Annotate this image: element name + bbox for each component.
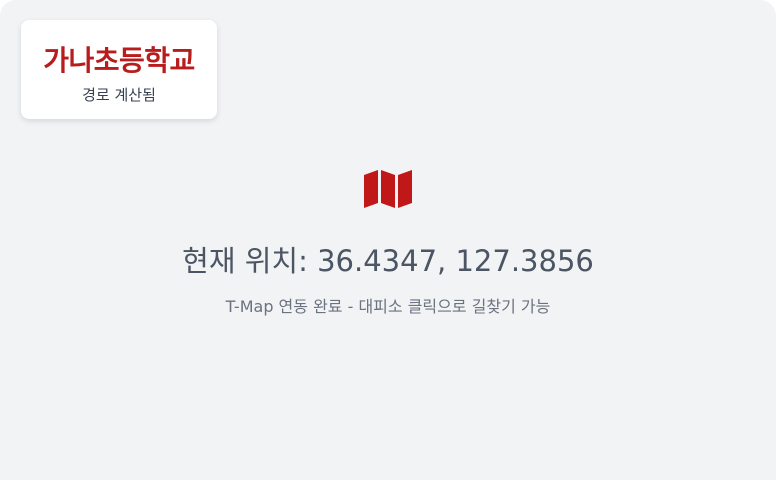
tmap-status: T-Map 연동 완료 - 대피소 클릭으로 길찾기 가능: [225, 297, 551, 316]
destination-name: 가나초등학교: [43, 44, 195, 77]
current-location: 현재 위치: 36.4347, 127.3856: [0, 238, 776, 280]
coord-separator: ,: [437, 244, 456, 278]
map-icon: [364, 170, 412, 208]
latitude-value: 36.4347: [317, 244, 438, 278]
map-panel: 가나초등학교 경로 계산됨 현재 위치: 36.4347, 127.3856 T…: [0, 0, 776, 480]
longitude-value: 127.3856: [455, 244, 594, 278]
location-label: 현재 위치:: [182, 244, 308, 278]
route-status: 경로 계산됨: [82, 86, 156, 104]
destination-card[interactable]: 가나초등학교 경로 계산됨: [21, 20, 217, 119]
